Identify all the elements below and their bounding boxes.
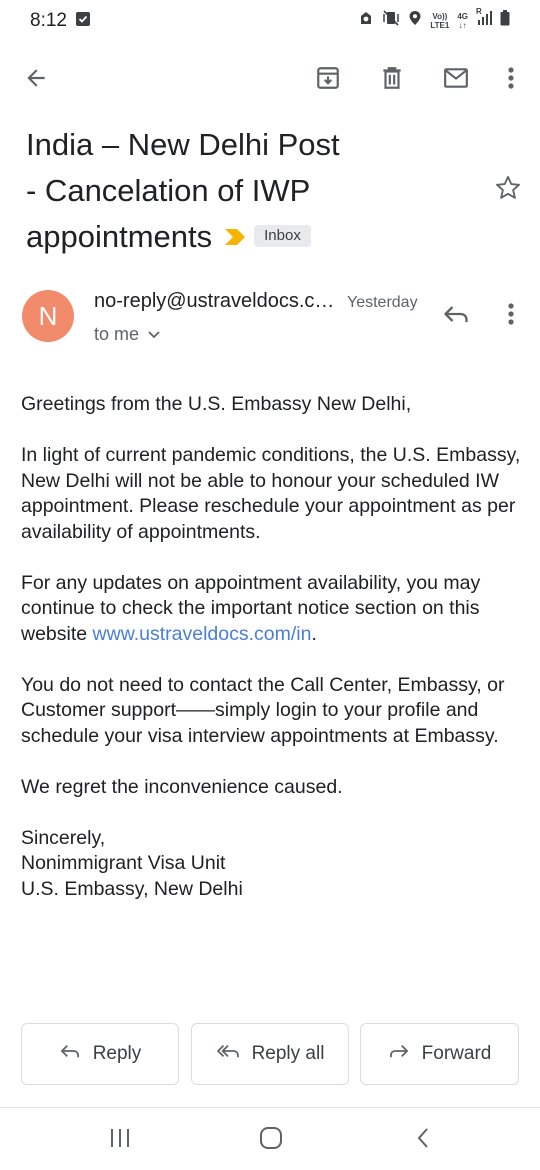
nav-back-icon[interactable] — [403, 1122, 443, 1154]
reply-icon[interactable] — [434, 292, 478, 336]
inbox-label-chip[interactable]: Inbox — [254, 224, 311, 247]
reply-button-icon — [59, 1042, 81, 1066]
signature-line-1: Sincerely, — [21, 826, 106, 849]
email-subject: India – New Delhi Post - Cancelation of … — [26, 122, 486, 260]
4g-label: 4G — [457, 11, 468, 21]
more-vert-icon[interactable] — [489, 56, 533, 100]
mail-icon[interactable] — [434, 56, 478, 100]
forward-button-label: Forward — [421, 1043, 492, 1064]
signature-line-2: Nonimmigrant Visa Unit — [21, 852, 226, 874]
network-volte: Vo)) LTE1 — [430, 12, 449, 30]
volte-label: Vo)) — [432, 11, 448, 21]
avatar[interactable]: N — [22, 290, 74, 342]
forward-icon — [388, 1042, 410, 1066]
email-date: Yesterday — [347, 294, 418, 311]
signature: Sincerely, Nonimmigrant Visa Unit U.S. E… — [21, 826, 526, 903]
subject-line-2: - Cancelation of IWP — [26, 173, 311, 208]
system-nav-bar — [0, 1108, 540, 1170]
notification-check-icon — [76, 12, 90, 26]
network-4g: 4G ↓↑ — [457, 12, 468, 30]
subject-line-1: India – New Delhi Post — [26, 127, 340, 162]
email-body: Greetings from the U.S. Embassy New Delh… — [21, 392, 526, 928]
delete-icon[interactable] — [370, 56, 414, 100]
recent-apps-icon[interactable] — [100, 1122, 140, 1154]
location-icon — [408, 10, 422, 31]
message-more-vert-icon[interactable] — [489, 292, 533, 336]
website-link[interactable]: www.ustraveldocs.com/in — [93, 623, 312, 645]
reply-all-button-label: Reply all — [251, 1043, 325, 1064]
arrow-back-icon[interactable] — [14, 56, 58, 100]
body-paragraph-2: For any updates on appointment availabil… — [21, 571, 526, 648]
reply-button-label: Reply — [92, 1043, 142, 1064]
body-paragraph-1: In light of current pandemic conditions,… — [21, 444, 521, 543]
alarm-icon — [358, 10, 374, 31]
recipient-label: to me — [94, 324, 140, 344]
reply-button[interactable]: Reply — [21, 1023, 179, 1085]
data-arrows: ↓↑ — [458, 20, 467, 30]
recipient-details[interactable]: to me — [94, 324, 161, 345]
body-paragraph-4: We regret the inconvenience caused. — [21, 775, 343, 798]
signal-icon: R — [476, 7, 492, 31]
signature-line-3: U.S. Embassy, New Delhi — [21, 877, 243, 900]
app-bar — [0, 50, 540, 106]
chevron-down-icon[interactable] — [147, 324, 161, 345]
importance-marker-icon[interactable] — [224, 213, 246, 259]
body-paragraph-2-end: . — [311, 622, 317, 645]
status-icons: Vo)) LTE1 4G ↓↑ R — [358, 7, 510, 31]
subject-line-3: appointments — [26, 219, 213, 254]
home-icon[interactable] — [251, 1122, 291, 1154]
roaming-label: R — [476, 7, 482, 16]
lte-label: LTE1 — [430, 20, 450, 30]
status-time: 8:12 — [30, 10, 67, 31]
message-actions: Reply Reply all Forward — [21, 1023, 519, 1085]
vibrate-mute-icon — [382, 10, 400, 31]
reply-all-button[interactable]: Reply all — [191, 1023, 349, 1085]
sender-name[interactable]: no-reply@ustraveldocs.com — [94, 290, 342, 313]
status-bar: 8:12 Vo)) LTE1 4G ↓↑ R — [0, 0, 540, 42]
subject-line-3-row: appointments Inbox — [26, 214, 486, 260]
body-greeting: Greetings from the U.S. Embassy New Delh… — [21, 393, 412, 415]
reply-all-icon — [216, 1042, 240, 1066]
star-icon[interactable] — [494, 174, 522, 207]
forward-button[interactable]: Forward — [360, 1023, 519, 1085]
battery-icon — [500, 10, 510, 31]
archive-icon[interactable] — [306, 56, 350, 100]
body-paragraph-3: You do not need to contact the Call Cent… — [21, 673, 505, 747]
